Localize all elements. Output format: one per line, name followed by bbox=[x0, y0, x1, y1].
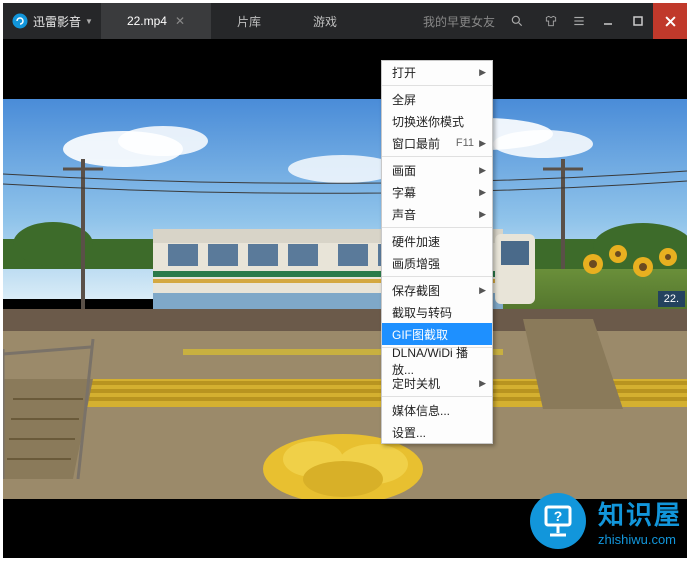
menu-separator bbox=[382, 276, 492, 277]
tab-current-file[interactable]: 22.mp4 ✕ bbox=[101, 3, 211, 39]
menu-always-on-top[interactable]: 窗口最前F11▶ bbox=[382, 132, 492, 154]
submenu-arrow-icon: ▶ bbox=[479, 209, 486, 220]
minimize-button[interactable] bbox=[593, 3, 623, 39]
menu-dlna-widi[interactable]: DLNA/WiDi 播放... bbox=[382, 350, 492, 372]
tab-library[interactable]: 片库 bbox=[211, 3, 287, 39]
menu-settings[interactable]: 设置... bbox=[382, 421, 492, 443]
menu-separator bbox=[382, 396, 492, 397]
menu-video[interactable]: 画面▶ bbox=[382, 159, 492, 181]
media-player-window: 迅雷影音 ▼ 22.mp4 ✕ 片库 游戏 我的早更女友 bbox=[3, 3, 687, 558]
submenu-arrow-icon: ▶ bbox=[479, 138, 486, 149]
menu-icon[interactable] bbox=[565, 7, 593, 35]
search-icon[interactable] bbox=[503, 7, 531, 35]
watermark-badge-icon: ? bbox=[528, 491, 588, 551]
menu-screenshot[interactable]: 保存截图▶ bbox=[382, 279, 492, 301]
submenu-arrow-icon: ▶ bbox=[479, 187, 486, 198]
submenu-arrow-icon: ▶ bbox=[479, 67, 486, 78]
svg-text:?: ? bbox=[554, 508, 563, 524]
menu-hw-accel[interactable]: 硬件加速 bbox=[382, 230, 492, 252]
search-placeholder: 我的早更女友 bbox=[423, 13, 495, 30]
timestamp-badge: 22. bbox=[658, 291, 685, 307]
menu-enhance[interactable]: 画质增强 bbox=[382, 252, 492, 274]
submenu-arrow-icon: ▶ bbox=[479, 165, 486, 176]
submenu-arrow-icon: ▶ bbox=[479, 378, 486, 389]
context-menu: 打开▶ 全屏 切换迷你模式 窗口最前F11▶ 画面▶ 字幕▶ 声音▶ 硬件加速 … bbox=[381, 60, 493, 444]
app-name: 迅雷影音 bbox=[33, 13, 81, 30]
app-menu-button[interactable]: 迅雷影音 ▼ bbox=[3, 3, 101, 39]
menu-shutdown-timer[interactable]: 定时关机▶ bbox=[382, 372, 492, 394]
menu-audio[interactable]: 声音▶ bbox=[382, 203, 492, 225]
submenu-arrow-icon: ▶ bbox=[479, 285, 486, 296]
tab-label: 22.mp4 bbox=[127, 14, 167, 28]
dropdown-caret-icon: ▼ bbox=[85, 17, 93, 26]
tab-game[interactable]: 游戏 bbox=[287, 3, 363, 39]
window-controls bbox=[593, 3, 687, 39]
menu-open[interactable]: 打开▶ bbox=[382, 61, 492, 83]
menu-separator bbox=[382, 227, 492, 228]
menu-media-info[interactable]: 媒体信息... bbox=[382, 399, 492, 421]
shortcut-label: F11 bbox=[456, 137, 474, 149]
site-watermark: ? 知识屋 zhishiwu.com bbox=[528, 491, 682, 551]
menu-fullscreen[interactable]: 全屏 bbox=[382, 88, 492, 110]
menu-separator bbox=[382, 85, 492, 86]
watermark-title: 知识屋 bbox=[598, 495, 682, 532]
menu-separator bbox=[382, 156, 492, 157]
menu-trim-transcode[interactable]: 截取与转码 bbox=[382, 301, 492, 323]
app-logo-icon bbox=[11, 12, 29, 30]
maximize-button[interactable] bbox=[623, 3, 653, 39]
menu-mini-mode[interactable]: 切换迷你模式 bbox=[382, 110, 492, 132]
title-bar: 迅雷影音 ▼ 22.mp4 ✕ 片库 游戏 我的早更女友 bbox=[3, 3, 687, 39]
tab-label: 游戏 bbox=[313, 13, 337, 30]
video-viewport[interactable]: 22. 打开▶ 全屏 切换迷你模式 窗口最前F11▶ 画面▶ 字幕▶ 声音▶ 硬… bbox=[3, 39, 687, 558]
skin-icon[interactable] bbox=[537, 7, 565, 35]
menu-gif-capture[interactable]: GIF图截取 bbox=[382, 323, 492, 345]
watermark-url: zhishiwu.com bbox=[598, 532, 676, 547]
video-frame bbox=[3, 99, 687, 499]
menu-subtitle[interactable]: 字幕▶ bbox=[382, 181, 492, 203]
search-area[interactable]: 我的早更女友 bbox=[417, 7, 537, 35]
tab-label: 片库 bbox=[237, 13, 261, 30]
close-button[interactable] bbox=[653, 3, 687, 39]
tab-close-icon[interactable]: ✕ bbox=[175, 14, 185, 28]
